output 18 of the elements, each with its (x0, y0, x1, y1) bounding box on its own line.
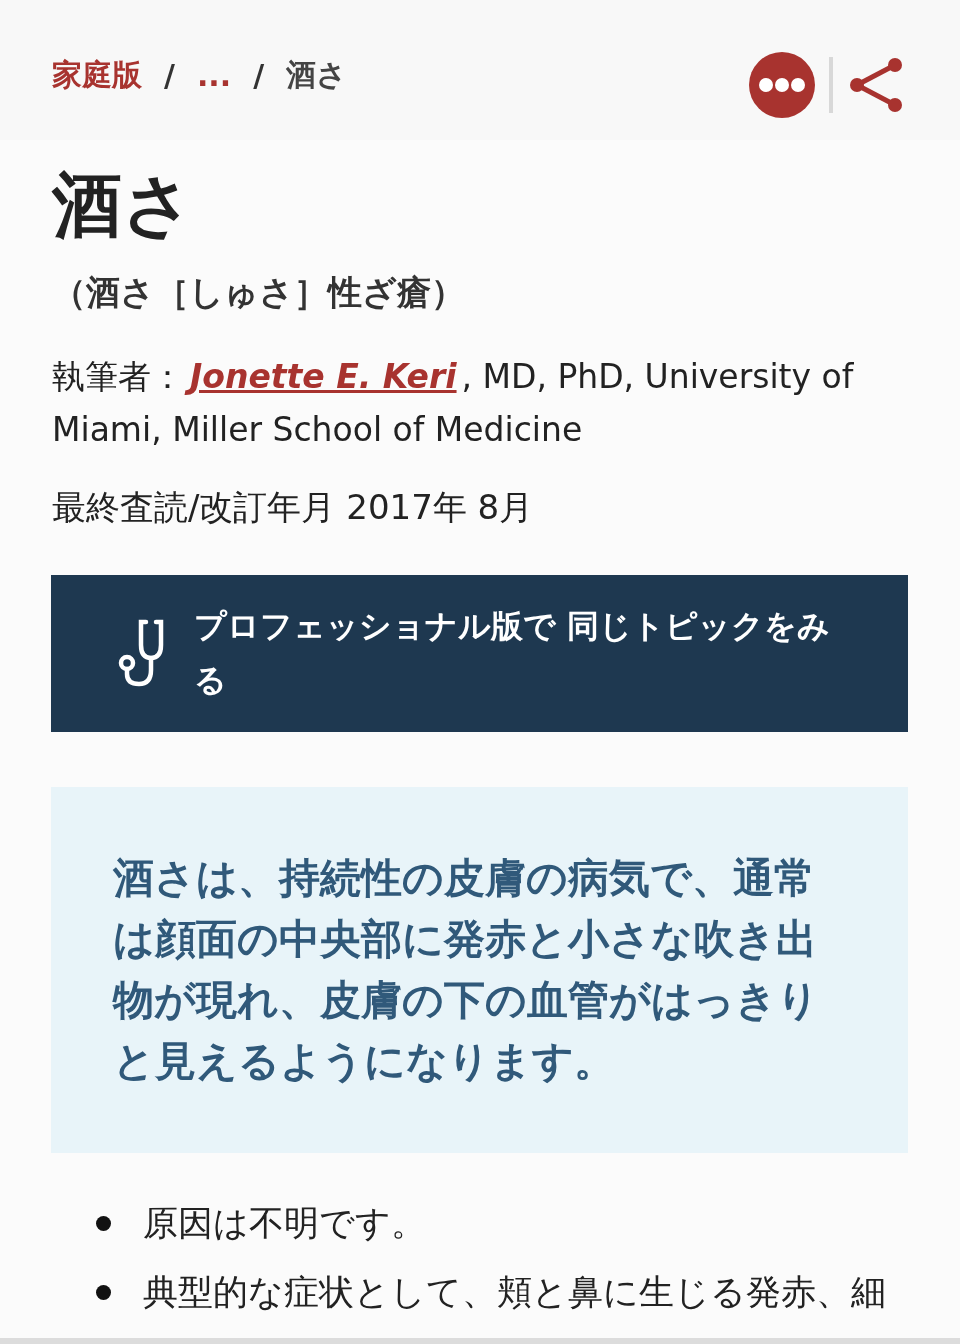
breadcrumb-link[interactable]: 家庭版 (52, 54, 142, 96)
share-icon (847, 56, 905, 114)
bullet-icon (96, 1215, 111, 1231)
breadcrumb-separator: / (164, 57, 175, 93)
review-date: 最終査読/改訂年月 2017年 8月 (52, 486, 535, 529)
ellipsis-icon (759, 78, 805, 92)
author-line: 執筆者： Jonette E. Keri, MD, PhD, University of Miami, Miller School of Medicine (52, 354, 855, 451)
article-subtitle: （酒さ［しゅさ］性ざ瘡） (52, 271, 466, 314)
professional-version-link[interactable]: プロフェッショナル版で 同じトピックをみる (51, 575, 908, 732)
bullet-text: 典型的な症状として、頬と鼻に生じる発赤、細 (143, 1271, 886, 1314)
breadcrumb-link[interactable]: ... (196, 57, 232, 93)
bullet-text: 原因は不明です。 (143, 1202, 426, 1245)
breadcrumb-separator: / (253, 57, 265, 93)
share-button[interactable] (847, 56, 905, 114)
summary-text: 酒さは、持続性の皮膚の病気で、通常は顔面の中央部に発赤と小さな吹き出物が現れ、皮膚の下の血管がはっきりと見えるようになります。 (113, 853, 820, 1087)
bullet-icon (96, 1284, 111, 1300)
breadcrumb-current: 酒さ (286, 55, 348, 94)
article-title: 酒さ (52, 163, 195, 247)
